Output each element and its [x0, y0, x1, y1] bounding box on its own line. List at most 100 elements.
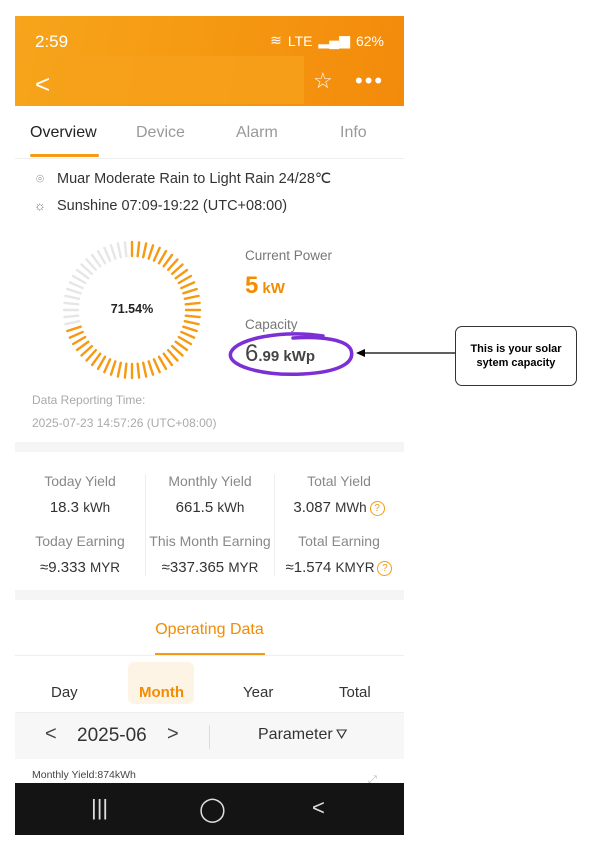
app-header: 2:59 ≋ LTE ▂▄▆ 62% < ☆ •••: [15, 16, 404, 106]
total-yield: Total Yield 3.087 MWh?: [274, 473, 404, 516]
gauge-tick: [182, 287, 198, 295]
gauge-tick: [142, 242, 148, 259]
chart-caption: Monthly Yield:874kWh: [32, 769, 136, 781]
yield-unit: MYR: [228, 560, 259, 575]
yield-value: 18.3 kWh: [15, 499, 145, 516]
date-bar: < 2025-06 > Parameter ⛛: [15, 712, 404, 759]
help-icon[interactable]: ?: [377, 561, 393, 576]
tab-bar: Overview Device Alarm Info: [15, 106, 404, 159]
period-day[interactable]: Day: [51, 684, 78, 701]
recent-apps-icon[interactable]: |||: [91, 795, 108, 821]
signal-icon: ▂▄▆: [318, 32, 350, 48]
star-icon[interactable]: ☆: [313, 68, 333, 94]
current-power-label: Current Power: [245, 248, 333, 263]
next-date-button[interactable]: >: [167, 723, 179, 746]
gauge-tick: [85, 348, 98, 362]
gauge-tick: [123, 241, 128, 258]
gauge-tick: [170, 263, 184, 276]
annotation-callout: This is your solar sytem capacity: [455, 326, 577, 386]
weather-line: ⌾ Muar Moderate Rain to Light Rain 24/28…: [33, 171, 331, 187]
date-value[interactable]: 2025-06: [77, 725, 147, 747]
back-button[interactable]: <: [35, 70, 55, 98]
app-screen: 2:59 ≋ LTE ▂▄▆ 62% < ☆ ••• Overview Devi…: [15, 16, 404, 835]
gauge-tick: [68, 281, 84, 290]
period-year[interactable]: Year: [243, 684, 273, 701]
report-time: 2025-07-23 14:57:26 (UTC+08:00): [32, 416, 217, 430]
gauge-tick: [90, 253, 102, 268]
yield-value: 661.5 kWh: [145, 499, 275, 516]
gauge-tick: [166, 258, 179, 272]
yield-label: Total Earning: [298, 533, 380, 549]
location-pin-icon: ⌾: [36, 171, 44, 186]
yield-number: ≈1.574: [285, 559, 332, 576]
period-month[interactable]: Month: [139, 684, 184, 701]
divider: [209, 725, 210, 749]
gauge-tick: [157, 355, 168, 371]
gauge-tick: [109, 244, 117, 260]
android-nav-bar: ||| ◯ <: [15, 783, 404, 835]
current-power-value: 5 kW: [245, 272, 285, 300]
yield-unit: MWh: [335, 500, 367, 515]
gauge-tick: [136, 241, 141, 258]
gauge-tick: [182, 325, 198, 333]
gauge-tick: [147, 360, 155, 376]
tab-device[interactable]: Device: [136, 124, 185, 142]
network-label: LTE: [287, 32, 313, 49]
callout-arrow: [356, 349, 456, 357]
today-earning: Today Earning ≈9.333 MYR: [15, 533, 145, 576]
gauge-tick: [152, 358, 161, 374]
yield-label: This Month Earning: [149, 533, 271, 549]
tab-info[interactable]: Info: [340, 124, 367, 142]
gauge-tick: [162, 253, 174, 268]
tab-alarm[interactable]: Alarm: [236, 124, 278, 142]
tab-underline: [30, 154, 99, 157]
yield-number: 3.087: [293, 499, 331, 516]
operating-data-title[interactable]: Operating Data: [15, 621, 404, 639]
yield-label: Today Yield: [44, 473, 116, 489]
column-divider: [145, 474, 146, 576]
gauge-tick: [174, 268, 189, 280]
power-gauge: 71.54%: [62, 240, 202, 380]
gauge-tick: [157, 249, 168, 265]
gauge-tick: [80, 344, 94, 357]
yield-unit: kWh: [217, 500, 245, 515]
gauge-tick: [85, 258, 98, 272]
yield-value: ≈1.574 KMYR?: [274, 559, 404, 576]
parameter-label: Parameter: [258, 726, 333, 743]
capacity-highlight-circle: [228, 332, 354, 376]
divider: [15, 655, 404, 656]
period-total[interactable]: Total: [339, 684, 371, 701]
gauge-percent: 71.54%: [110, 302, 154, 316]
report-label: Data Reporting Time:: [32, 393, 146, 407]
gauge-tick: [136, 362, 141, 379]
sunshine-line: ☼ Sunshine 07:09-19:22 (UTC+08:00): [33, 198, 287, 214]
home-icon[interactable]: ◯: [199, 795, 226, 824]
gauge-tick: [109, 360, 117, 376]
yield-label: Monthly Yield: [168, 473, 252, 489]
help-icon[interactable]: ?: [369, 501, 385, 516]
gauge-tick: [177, 335, 193, 346]
parameter-button[interactable]: Parameter ⛛: [258, 726, 347, 744]
wifi-icon: ≋: [270, 32, 282, 48]
current-power-number: 5: [245, 272, 259, 299]
gauge-tick: [180, 281, 196, 290]
column-divider: [274, 474, 275, 576]
gauge-tick: [147, 244, 155, 260]
gauge-tick: [116, 242, 122, 259]
prev-date-button[interactable]: <: [45, 723, 57, 746]
status-right: ≋ LTE ▂▄▆ 62%: [270, 32, 384, 49]
gauge-tick: [183, 320, 200, 326]
gauge-tick: [96, 249, 107, 265]
back-nav-icon[interactable]: <: [312, 795, 325, 821]
total-earning: Total Earning ≈1.574 KMYR?: [274, 533, 404, 576]
gauge-tick: [103, 358, 112, 374]
gauge-tick: [64, 294, 81, 300]
monthly-yield: Monthly Yield 661.5 kWh: [145, 473, 275, 516]
yield-number: ≈9.333: [40, 559, 86, 576]
gauge-tick: [66, 287, 82, 295]
status-bar: 2:59 ≋ LTE ▂▄▆ 62%: [35, 32, 384, 52]
tab-overview[interactable]: Overview: [30, 124, 97, 142]
yield-number: 18.3: [49, 499, 80, 516]
section-divider: [15, 590, 404, 600]
more-icon[interactable]: •••: [355, 68, 384, 94]
